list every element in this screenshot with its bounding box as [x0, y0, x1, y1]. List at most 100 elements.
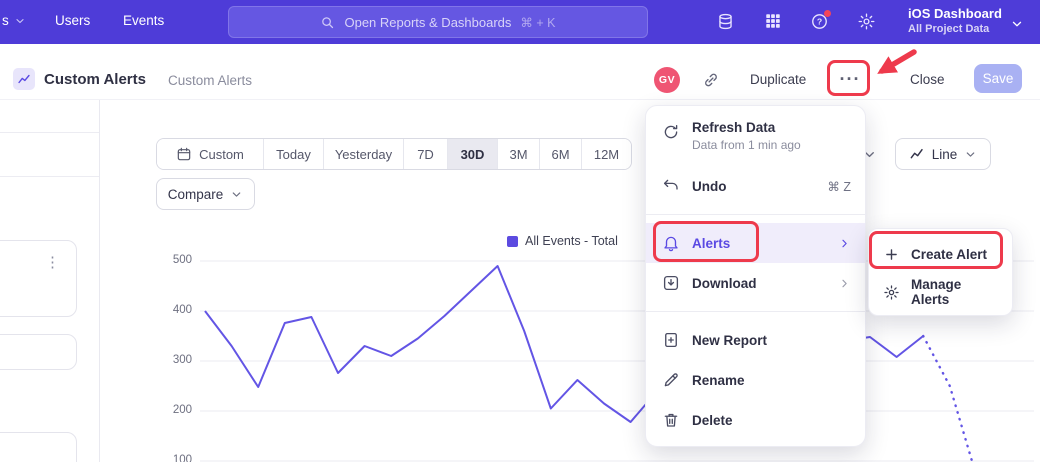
apps-grid-icon — [764, 12, 782, 30]
report-options-menu: Refresh Data Data from 1 min ago Undo ⌘ … — [645, 105, 866, 447]
gear-icon — [883, 284, 900, 301]
menu-item-label: Rename — [692, 373, 745, 388]
compare-label: Compare — [168, 187, 224, 202]
project-title: iOS Dashboard — [908, 6, 1002, 21]
menu-item-label: New Report — [692, 333, 767, 348]
refresh-data-subtext: Data from 1 min ago — [692, 138, 801, 152]
duplicate-button[interactable]: Duplicate — [750, 72, 806, 87]
nav-item-label: s — [2, 13, 9, 28]
submenu-item-label: Create Alert — [911, 247, 987, 262]
nav-item-boards[interactable]: s — [2, 13, 26, 28]
y-axis-tick: 100 — [154, 454, 192, 462]
legend-swatch — [507, 236, 518, 247]
line-chart-icon — [17, 72, 31, 86]
report-board-icon — [13, 68, 35, 90]
menu-item-alerts[interactable]: Alerts — [646, 223, 865, 263]
report-header: Custom Alerts Custom Alerts GV Duplicate… — [0, 44, 1040, 100]
menu-item-delete[interactable]: Delete — [646, 400, 865, 440]
more-options-button[interactable]: ··· — [834, 66, 866, 92]
menu-item-label: Undo — [692, 179, 727, 194]
copy-link-button[interactable] — [702, 71, 720, 92]
save-button[interactable]: Save — [974, 64, 1022, 93]
project-switcher[interactable]: iOS Dashboard All Project Data — [908, 6, 1002, 35]
menu-item-refresh-data[interactable]: Refresh Data Data from 1 min ago — [646, 114, 865, 166]
menu-item-label: Alerts — [692, 236, 730, 251]
range-12m[interactable]: 12M — [581, 139, 631, 169]
range-6m[interactable]: 6M — [539, 139, 581, 169]
y-axis-tick: 300 — [154, 354, 192, 366]
nav-item-events[interactable]: Events — [123, 13, 164, 28]
data-management-button[interactable] — [716, 12, 735, 34]
chart-type-label: Line — [932, 147, 958, 162]
y-axis-tick: 500 — [154, 254, 192, 266]
chart-legend[interactable]: All Events - Total — [507, 234, 618, 248]
custom-date-label: Custom — [199, 147, 244, 162]
sidebar-card[interactable] — [0, 334, 77, 370]
y-axis-tick: 400 — [154, 304, 192, 316]
calendar-icon — [176, 146, 192, 162]
chart-type-selector[interactable]: Line — [895, 138, 991, 170]
search-placeholder: Open Reports & Dashboards — [344, 15, 511, 30]
range-3m[interactable]: 3M — [497, 139, 539, 169]
chevron-down-icon — [14, 15, 26, 27]
custom-date-button[interactable]: Custom — [157, 139, 263, 169]
app-window: 500 400 300 200 100 All Events - Total ⋮… — [0, 0, 1040, 462]
svg-text:?: ? — [817, 17, 822, 27]
undo-shortcut: ⌘ Z — [827, 179, 851, 194]
kebab-menu-icon[interactable]: ⋮ — [45, 253, 60, 271]
apps-button[interactable] — [764, 12, 782, 33]
plus-icon — [883, 246, 900, 263]
range-yesterday[interactable]: Yesterday — [323, 139, 403, 169]
new-report-icon — [662, 331, 680, 349]
chevron-down-icon — [964, 148, 977, 161]
compare-button[interactable]: Compare — [156, 178, 255, 210]
gear-icon — [857, 12, 876, 31]
menu-item-undo[interactable]: Undo ⌘ Z — [646, 166, 865, 206]
undo-icon — [662, 177, 680, 195]
sidebar-card[interactable]: ⋮ — [0, 240, 77, 317]
sidebar-divider — [0, 132, 99, 133]
submenu-item-label: Manage Alerts — [911, 277, 998, 307]
nav-item-label: Events — [123, 13, 164, 28]
settings-button[interactable] — [857, 12, 876, 34]
menu-item-label: Download — [692, 276, 757, 291]
sidebar-divider — [0, 176, 99, 177]
alerts-submenu: Create Alert Manage Alerts — [868, 228, 1013, 316]
bell-icon — [662, 234, 680, 252]
refresh-icon — [662, 123, 680, 141]
notification-dot — [824, 10, 831, 17]
page-title: Custom Alerts — [44, 71, 146, 88]
line-chart-icon — [909, 146, 925, 162]
global-search-input[interactable]: Open Reports & Dashboards ⌘ + K — [228, 6, 648, 38]
menu-item-label: Refresh Data — [692, 120, 801, 135]
range-7d[interactable]: 7D — [403, 139, 447, 169]
submenu-item-create-alert[interactable]: Create Alert — [869, 235, 1012, 273]
database-icon — [716, 12, 735, 31]
legend-label: All Events - Total — [525, 234, 618, 248]
pencil-icon — [662, 371, 680, 389]
link-icon — [702, 71, 720, 89]
menu-divider — [646, 214, 865, 215]
chevron-down-icon — [230, 188, 243, 201]
submenu-item-manage-alerts[interactable]: Manage Alerts — [869, 273, 1012, 311]
project-subtitle: All Project Data — [908, 23, 1002, 35]
range-today[interactable]: Today — [263, 139, 323, 169]
breadcrumb[interactable]: Custom Alerts — [168, 73, 252, 88]
menu-item-new-report[interactable]: New Report — [646, 320, 865, 360]
sidebar-card[interactable] — [0, 432, 77, 462]
help-button[interactable]: ? — [810, 12, 829, 34]
nav-item-label: Users — [55, 13, 90, 28]
y-axis-tick: 200 — [154, 404, 192, 416]
left-sidebar: ⋮ — [0, 100, 100, 462]
trash-icon — [662, 411, 680, 429]
range-30d[interactable]: 30D — [447, 139, 497, 169]
menu-item-download[interactable]: Download — [646, 263, 865, 303]
search-shortcut: ⌘ + K — [520, 15, 555, 30]
close-button[interactable]: Close — [910, 72, 945, 87]
date-range-control: Custom Today Yesterday 7D 30D 3M 6M 12M — [156, 138, 632, 170]
top-nav: s Users Events Open Reports & Dashboards… — [0, 0, 1040, 44]
nav-item-users[interactable]: Users — [55, 13, 90, 28]
menu-item-rename[interactable]: Rename — [646, 360, 865, 400]
menu-divider — [646, 311, 865, 312]
avatar[interactable]: GV — [654, 67, 680, 93]
